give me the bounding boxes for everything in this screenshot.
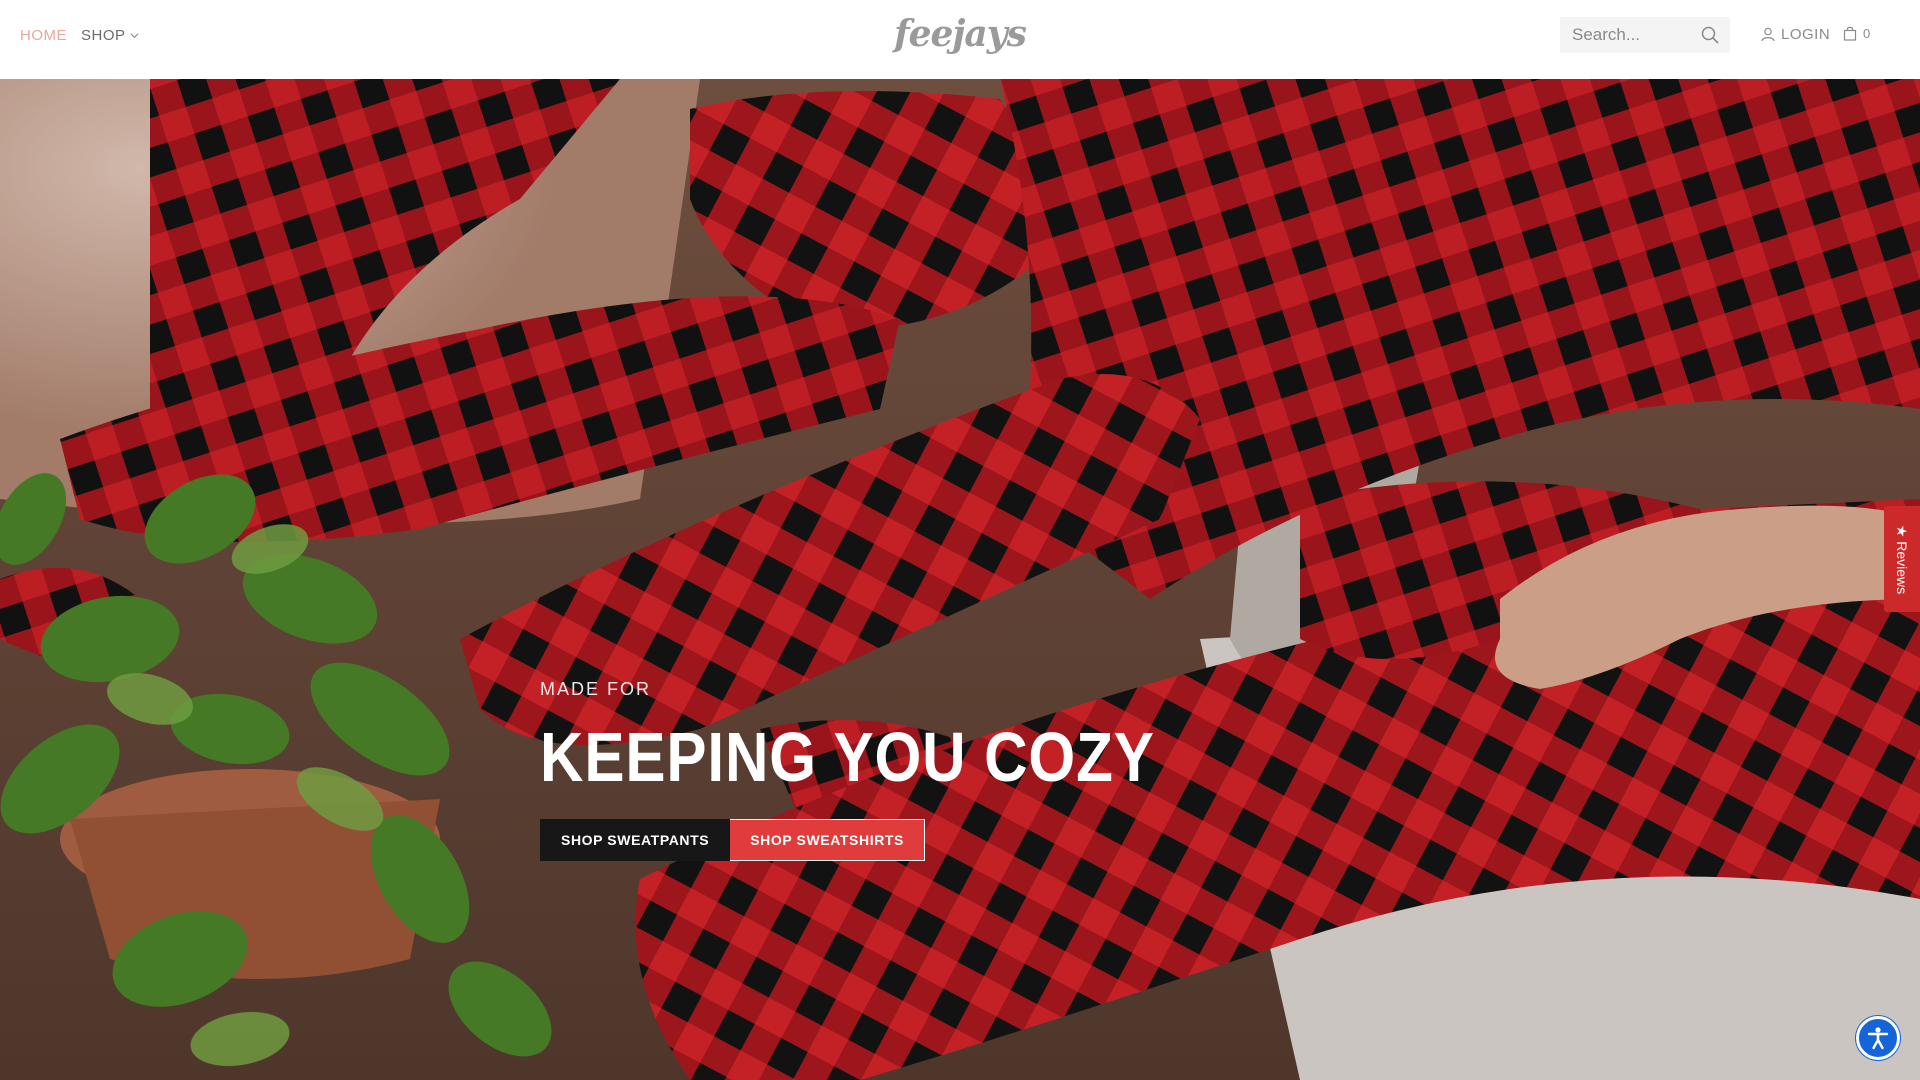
nav-home[interactable]: HOME [20,27,67,44]
search-input[interactable] [1560,17,1700,53]
accessibility-button[interactable] [1856,1016,1900,1060]
search-bar [1560,17,1730,53]
reviews-tab[interactable]: ★ Reviews [1884,506,1920,612]
main-nav: HOME SHOP [20,27,139,44]
login-label: LOGIN [1781,26,1831,43]
cart-count: 0 [1863,26,1871,41]
reviews-tab-label: ★ Reviews [1894,524,1911,594]
hero-copy: MADE FOR KEEPING YOU COZY [540,679,1255,792]
chevron-down-icon [130,33,138,39]
shopping-bag-icon [1843,26,1857,41]
hero-banner: MADE FOR KEEPING YOU COZY [0,79,1920,1080]
nav-shop[interactable]: SHOP [81,27,139,44]
hero-kicker: MADE FOR [540,679,652,699]
shop-sweatshirts-label: SHOP SWEATSHIRTS [750,832,904,848]
shop-sweatshirts-button[interactable]: SHOP SWEATSHIRTS [730,819,925,861]
nav-home-label: HOME [20,27,67,44]
shop-sweatpants-label: SHOP SWEATPANTS [561,832,710,848]
hero-headline: KEEPING YOU COZY [540,718,1155,796]
site-header: HOME SHOP feejays LOGIN 0 [0,0,1920,79]
logo-text: feejays [894,13,1027,55]
accessibility-icon [1867,1027,1889,1050]
site-logo[interactable]: feejays [894,10,1027,58]
cart-link[interactable]: 0 [1843,26,1870,41]
shop-sweatpants-button[interactable]: SHOP SWEATPANTS [540,819,731,861]
login-link[interactable]: LOGIN [1761,26,1830,43]
user-icon [1761,27,1775,42]
hero-cta-group: SHOP SWEATPANTS SHOP SWEATSHIRTS [540,819,925,861]
search-icon[interactable] [1700,25,1720,45]
nav-shop-label: SHOP [81,27,126,44]
hero-background-image [0,79,1920,1080]
